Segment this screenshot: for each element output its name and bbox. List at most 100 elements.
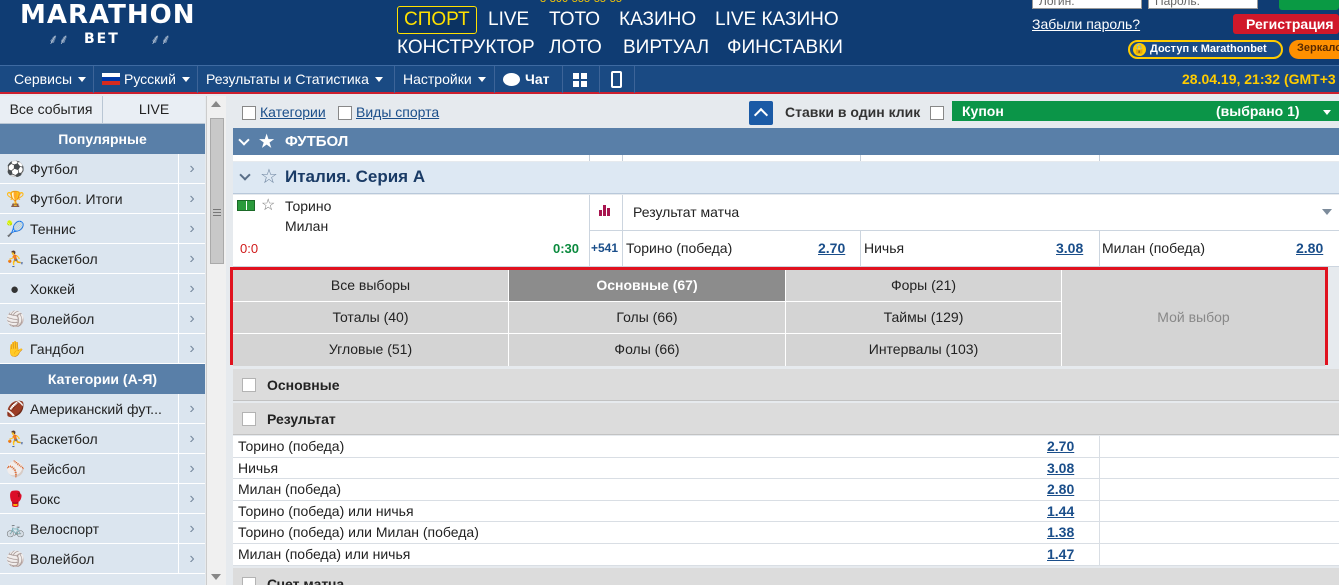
odd-value[interactable]: 3.08 [1047,458,1074,479]
filter-goals[interactable]: Голы (66) [509,302,786,334]
sidebar-item-basketball-az[interactable]: ⛹ Баскетбол › [0,424,205,454]
sidebar-item-volleyball-az[interactable]: 🏐 Волейбол › [0,544,205,574]
odd-value[interactable]: 2.70 [818,240,845,256]
scroll-down-arrow-icon[interactable] [211,574,221,580]
register-button[interactable]: Регистрация [1233,14,1339,34]
statistics-icon[interactable] [599,204,611,216]
access-label: Доступ к Marathonbet [1150,43,1267,55]
language-menu[interactable]: Русский [94,66,198,93]
odd-value[interactable]: 2.80 [1296,240,1323,256]
filter-corners[interactable]: Угловые (51) [233,334,509,366]
away-team[interactable]: Милан [285,218,328,234]
filter-fouls[interactable]: Фолы (66) [509,334,786,366]
sidebar-item-tennis[interactable]: 🎾 Теннис › [0,214,205,244]
nav-finstavki[interactable]: ФИНСТАВКИ [727,37,843,59]
sidebar-item-cycling[interactable]: 🚲 Велоспорт › [0,514,205,544]
one-click-checkbox[interactable] [930,106,944,120]
chat-button[interactable]: Чат [495,66,563,93]
odd-value[interactable]: 3.08 [1056,240,1083,256]
services-menu[interactable]: Сервисы [6,66,94,93]
nav-constructor[interactable]: КОНСТРУКТОР [397,37,535,59]
sidebar-item-football-outrights[interactable]: 🏆 Футбол. Итоги › [0,184,205,214]
match-time: 0:30 [553,241,580,256]
home-team[interactable]: Торино [285,198,331,214]
sidebar-item-football[interactable]: ⚽ Футбол › [0,154,205,184]
collapse-up-button[interactable] [749,101,773,125]
categories-link[interactable]: Категории [260,104,326,120]
scroll-up-arrow-icon[interactable] [211,101,221,107]
sport-header-football[interactable]: ★ ФУТБОЛ [233,128,1339,155]
list-item: Милан (победа) 2.80 [233,479,1339,501]
login-input[interactable]: Логин: [1032,0,1142,9]
popular-header: Популярные [0,124,205,154]
nav-toto[interactable]: ТОТО [549,9,600,31]
sports-checkbox[interactable] [338,106,352,120]
forgot-password-link[interactable]: Забыли пароль? [1032,16,1140,32]
chevron-down-icon[interactable] [1322,209,1332,215]
more-markets-link[interactable]: +541 [591,241,618,255]
nav-loto[interactable]: ЛОТО [549,37,602,59]
sidebar-item-baseball[interactable]: ⚾ Бейсбол › [0,454,205,484]
tennis-racket-icon: 🎾 [6,221,25,238]
chat-bubble-icon [503,73,520,86]
star-outline-icon[interactable]: ☆ [261,195,275,215]
sidebar-item-handball[interactable]: ✋ Гандбол › [0,334,205,364]
league-header[interactable]: ☆ Италия. Серия А [233,162,1339,194]
mirror-button[interactable]: Зеркало [1289,40,1339,59]
sidebar-item-american-football[interactable]: 🏈 Американский фут... › [0,394,205,424]
market-select[interactable]: Результат матча [633,204,739,220]
filter-intervals[interactable]: Интервалы (103) [786,334,1062,366]
sports-link[interactable]: Виды спорта [356,104,439,120]
odd-value[interactable]: 1.47 [1047,544,1074,565]
nav-sport[interactable]: СПОРТ [397,6,477,34]
star-icon[interactable]: ★ [259,128,274,155]
volleyball-player-icon: 🏐 [6,551,25,568]
column-divider [1099,457,1100,479]
sidebar-item-hockey[interactable]: ● Хоккей › [0,274,205,304]
nav-live[interactable]: LIVE [488,9,529,31]
star-outline-icon[interactable]: ☆ [260,164,278,189]
filter-all[interactable]: Все выборы [233,270,509,302]
odd-value[interactable]: 2.70 [1047,436,1074,457]
settings-menu[interactable]: Настройки [395,66,495,93]
column-divider [589,155,590,161]
tab-live[interactable]: LIVE [103,96,205,123]
sidebar-item-label: Гандбол [30,341,85,357]
section-main[interactable]: Основные [233,369,1339,401]
filter-handicaps[interactable]: Форы (21) [786,270,1062,302]
section-correct-score[interactable]: Счет матча [233,568,1339,585]
nav-casino[interactable]: КАЗИНО [619,9,696,31]
categories-checkbox[interactable] [242,106,256,120]
sidebar-item-boxing[interactable]: 🥊 Бокс › [0,484,205,514]
results-stats-menu[interactable]: Результаты и Статистика [198,66,395,93]
odd-value[interactable]: 1.38 [1047,522,1074,543]
section-checkbox[interactable] [242,378,256,392]
filter-halves[interactable]: Таймы (129) [786,302,1062,334]
odd-value[interactable]: 1.44 [1047,501,1074,522]
sidebar-item-volleyball[interactable]: 🏐 Волейбол › [0,304,205,334]
access-marathonbet-button[interactable]: 🔒 Доступ к Marathonbet [1128,40,1283,59]
odd-label: Ничья [864,240,905,256]
odd-value[interactable]: 2.80 [1047,479,1074,500]
sidebar-item-basketball[interactable]: ⛹ Баскетбол › [0,244,205,274]
marathonbet-logo[interactable]: MARATHON ⸙⸙ BET ⸙⸙ [20,0,200,62]
filter-totals[interactable]: Тоталы (40) [233,302,509,334]
section-checkbox[interactable] [242,577,256,585]
chevron-right-icon: › [178,304,205,333]
login-button[interactable] [1279,0,1339,10]
tab-all-events[interactable]: Все события [0,96,103,123]
section-result[interactable]: Результат [233,403,1339,435]
chevron-down-icon [374,77,383,82]
nav-live-casino[interactable]: LIVE КАЗИНО [715,9,839,31]
sidebar: Все события LIVE Популярные ⚽ Футбол › 🏆 Фу… [0,96,205,585]
column-divider [622,195,623,267]
scroll-thumb[interactable] [210,118,224,264]
column-divider [1099,230,1100,267]
sidebar-scrollbar[interactable] [206,96,226,585]
filter-main[interactable]: Основные (67) [509,270,786,302]
section-checkbox[interactable] [242,412,256,426]
nav-virtual[interactable]: ВИРТУАЛ [623,37,709,59]
password-input[interactable]: Пароль: [1148,0,1258,9]
filter-my-choice[interactable]: Мой выбор [1062,270,1325,366]
coupon-bar[interactable]: Купон (выбрано 1) [952,101,1339,121]
